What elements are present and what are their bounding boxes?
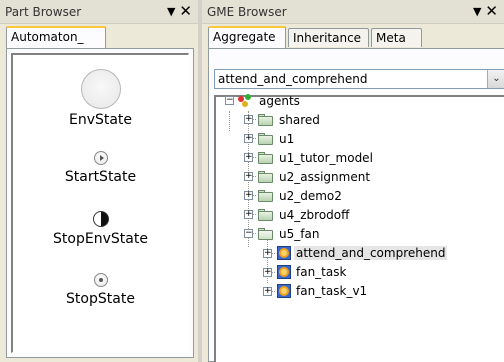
tree-label: u5_fan (279, 227, 320, 241)
part-envstate[interactable]: EnvState (13, 69, 188, 128)
folder-icon (258, 133, 274, 145)
part-label: StartState (64, 169, 137, 185)
expand-icon[interactable]: + (244, 134, 253, 143)
folder-icon (258, 190, 274, 202)
tree-label: u1 (279, 132, 295, 146)
tree-node-u2-assignment[interactable]: u2_assignment (258, 168, 372, 186)
expand-icon[interactable]: + (244, 153, 253, 162)
part-browser-titlebar: Part Browser ▼ ✕ (0, 0, 198, 24)
tree-label: u2_assignment (279, 170, 371, 184)
tab-aggregate[interactable]: Aggregate (208, 26, 286, 48)
gme-browser-content: attend_and_comprehend ⌄ − agents + share… (208, 48, 504, 362)
model-combo[interactable]: attend_and_comprehend ⌄ (214, 69, 504, 89)
pin-dropdown-icon[interactable]: ▼ (473, 5, 481, 18)
tab-inheritance[interactable]: Inheritance (288, 28, 369, 47)
expand-icon[interactable]: + (263, 287, 272, 296)
tree-label: u4_zbrodoff (279, 208, 350, 222)
part-stopstate[interactable]: StopState (13, 273, 188, 307)
state-circle-icon (80, 69, 121, 109)
expand-icon[interactable]: + (244, 172, 253, 181)
part-browser-title: Part Browser (5, 4, 82, 19)
stop-env-state-icon (92, 211, 109, 227)
gme-browser-tabbar: Aggregate Inheritance Meta (202, 24, 504, 48)
folder-icon (258, 171, 274, 183)
model-icon (277, 246, 291, 260)
tree-label: fan_task_v1 (296, 284, 368, 298)
tree-node-fan-task[interactable]: fan_task (277, 263, 348, 281)
start-state-icon (93, 151, 108, 165)
tree-label: attend_and_comprehend (294, 246, 448, 260)
tree-label: shared (279, 113, 320, 127)
tree-node-u1[interactable]: u1 (258, 130, 296, 148)
tree-node-u4-zbrodoff[interactable]: u4_zbrodoff (258, 206, 351, 224)
pin-dropdown-icon[interactable]: ▼ (167, 5, 175, 18)
tree-label: agents (259, 94, 300, 108)
part-startstate[interactable]: StartState (13, 151, 188, 185)
model-icon (277, 284, 291, 298)
open-folder-icon (258, 228, 274, 240)
part-stopenvstate[interactable]: StopEnvState (13, 211, 188, 247)
agents-folder-icon (238, 94, 254, 108)
tab-automaton[interactable]: Automaton_ (6, 26, 106, 48)
collapse-icon[interactable]: − (244, 229, 253, 238)
part-browser-tabbar: Automaton_ (0, 24, 198, 48)
part-label: StopEnvState (53, 231, 148, 247)
folder-icon (258, 114, 274, 126)
close-icon[interactable]: ✕ (485, 4, 498, 19)
part-label: StopState (66, 291, 135, 307)
tree-node-attend-and-comprehend[interactable]: attend_and_comprehend (277, 244, 448, 262)
part-browser-content: EnvState StartState StopEnvState StopSta… (6, 48, 194, 358)
tree-node-shared[interactable]: shared (258, 111, 322, 129)
expand-icon[interactable]: + (244, 210, 253, 219)
stop-state-icon (93, 273, 108, 287)
tree-node-fan-task-v1[interactable]: fan_task_v1 (277, 282, 369, 300)
expand-icon[interactable]: + (263, 268, 272, 277)
combo-value: attend_and_comprehend (218, 72, 368, 86)
expand-icon[interactable]: + (244, 191, 253, 200)
part-label: EnvState (68, 112, 133, 128)
gme-browser-titlebar: GME Browser ▼ ✕ (202, 0, 504, 24)
tree-label: u2_demo2 (279, 189, 342, 203)
collapse-icon[interactable]: − (225, 96, 234, 105)
tree-node-u2-demo2[interactable]: u2_demo2 (258, 187, 344, 205)
expand-icon[interactable]: + (244, 115, 253, 124)
model-icon (277, 265, 291, 279)
tree-node-u1-tutor-model[interactable]: u1_tutor_model (258, 149, 375, 167)
folder-icon (258, 152, 274, 164)
gme-browser-panel: GME Browser ▼ ✕ Aggregate Inheritance Me… (202, 0, 504, 362)
part-list: EnvState StartState StopEnvState StopSta… (11, 53, 189, 353)
expand-icon[interactable]: + (263, 249, 272, 258)
tree-node-u5-fan[interactable]: u5_fan (258, 225, 321, 243)
chevron-down-icon[interactable]: ⌄ (487, 70, 504, 88)
tab-meta[interactable]: Meta (371, 28, 422, 47)
project-tree[interactable]: − agents + shared + u1 + u1_tutor_model … (214, 92, 504, 362)
part-browser-panel: Part Browser ▼ ✕ Automaton_ EnvState Sta… (0, 0, 198, 362)
tree-label: fan_task (296, 265, 347, 279)
close-icon[interactable]: ✕ (179, 4, 192, 19)
gme-browser-title: GME Browser (207, 4, 287, 19)
tree-node-agents[interactable]: agents (238, 92, 302, 110)
tree-label: u1_tutor_model (279, 151, 373, 165)
folder-icon (258, 209, 274, 221)
